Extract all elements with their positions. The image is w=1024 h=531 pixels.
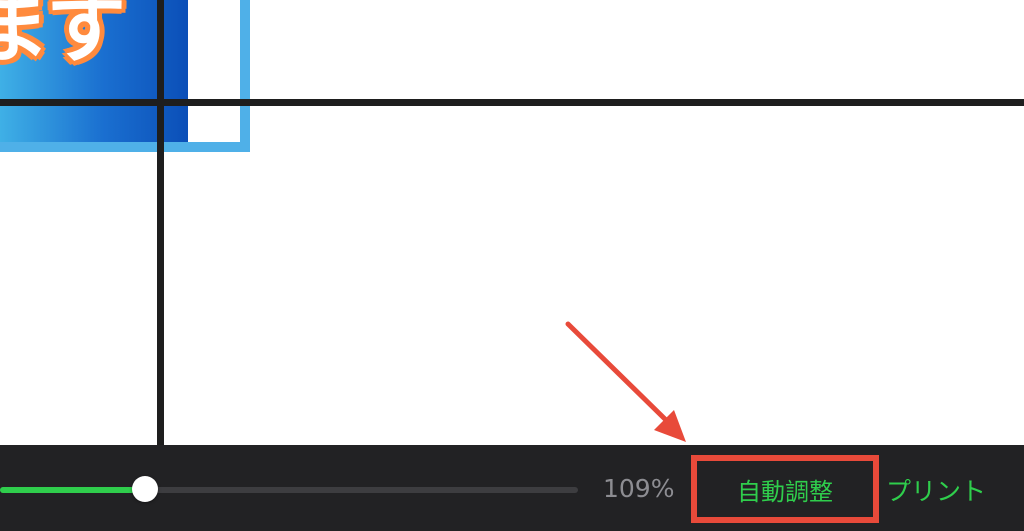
red-highlight-box: 自動調整 xyxy=(691,455,879,523)
horizontal-guide-line xyxy=(0,99,1024,106)
document-canvas: ます xyxy=(0,0,1024,445)
image-frame xyxy=(0,0,250,152)
vertical-guide-line xyxy=(157,0,164,445)
zoom-slider-thumb[interactable] xyxy=(132,476,158,502)
zoom-slider-fill xyxy=(0,487,145,493)
red-arrow-icon xyxy=(565,321,686,442)
print-button[interactable]: プリント xyxy=(886,472,986,508)
zoom-level-label: 109% xyxy=(603,474,675,503)
autofit-button[interactable]: 自動調整 xyxy=(697,461,873,517)
